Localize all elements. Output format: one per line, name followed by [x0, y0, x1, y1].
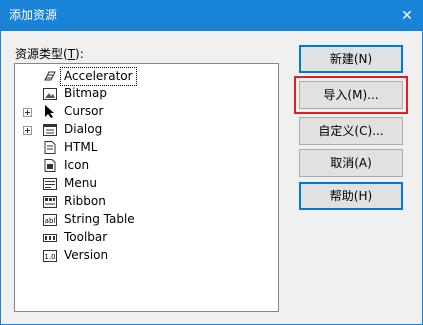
tree-item[interactable]: Toolbar	[15, 229, 275, 247]
cursor-icon	[43, 105, 57, 118]
window-title: 添加资源	[9, 8, 58, 22]
tree-item[interactable]: Bitmap	[15, 85, 275, 103]
string-table-icon: abl	[43, 213, 57, 226]
tree-item-label: HTML	[64, 140, 98, 154]
tree-item-label: Version	[64, 248, 109, 262]
tree-item[interactable]: abl String Table	[15, 211, 275, 229]
new-button[interactable]: 新建(N)	[299, 45, 403, 73]
resource-type-mnemonic: T	[67, 47, 76, 61]
tree-item[interactable]: HTML	[15, 139, 275, 157]
toolbar-icon	[43, 231, 57, 244]
close-icon[interactable]: ✕	[396, 5, 418, 27]
tree-item[interactable]: Ribbon	[15, 193, 275, 211]
tree-item[interactable]: Dialog	[15, 121, 275, 139]
tree-item[interactable]: Cursor	[15, 103, 275, 121]
ribbon-icon	[43, 195, 57, 208]
resource-type-label: 资源类型(T):	[15, 47, 84, 61]
expand-icon[interactable]	[23, 126, 32, 135]
custom-button[interactable]: 自定义(C)...	[299, 117, 403, 145]
resource-type-label-text: 资源类型	[15, 47, 64, 61]
svg-text:abl: abl	[45, 217, 56, 225]
resource-type-tree[interactable]: Accelerator Bitmap Cursor Dialog HTML Icon Men…	[14, 63, 279, 312]
tree-item-label: Menu	[64, 176, 97, 190]
title-bar[interactable]: 添加资源 ✕	[1, 1, 422, 31]
tree-item-label: Bitmap	[64, 86, 107, 100]
tree-item-label: Dialog	[64, 122, 103, 136]
cancel-button[interactable]: 取消(A)	[299, 149, 403, 177]
tree-item-label: Toolbar	[64, 230, 108, 244]
tree-item-label: Icon	[64, 158, 90, 172]
add-resource-dialog: 添加资源 ✕ 资源类型(T): Accelerator Bitmap Cursor D…	[0, 0, 423, 325]
import-button[interactable]: 导入(M)...	[294, 76, 408, 114]
version-icon: 1.0	[43, 249, 57, 262]
tree-item[interactable]: Accelerator	[15, 67, 275, 86]
tree-item-label: Cursor	[64, 104, 104, 118]
tree-item[interactable]: 1.0 Version	[15, 247, 275, 265]
expand-icon[interactable]	[23, 108, 32, 117]
html-icon	[43, 141, 57, 154]
icon-resource-icon	[43, 159, 57, 172]
tree-item[interactable]: Menu	[15, 175, 275, 193]
tree-item-label: Ribbon	[64, 194, 106, 208]
svg-text:1.0: 1.0	[44, 253, 55, 261]
menu-icon	[43, 177, 57, 190]
tree-item-label: String Table	[64, 212, 135, 226]
tree-item-label: Accelerator	[60, 67, 137, 86]
tree-item[interactable]: Icon	[15, 157, 275, 175]
help-button[interactable]: 帮助(H)	[299, 182, 403, 210]
bitmap-icon	[43, 87, 57, 100]
accelerator-icon	[43, 69, 57, 82]
dialog-icon	[43, 123, 57, 136]
